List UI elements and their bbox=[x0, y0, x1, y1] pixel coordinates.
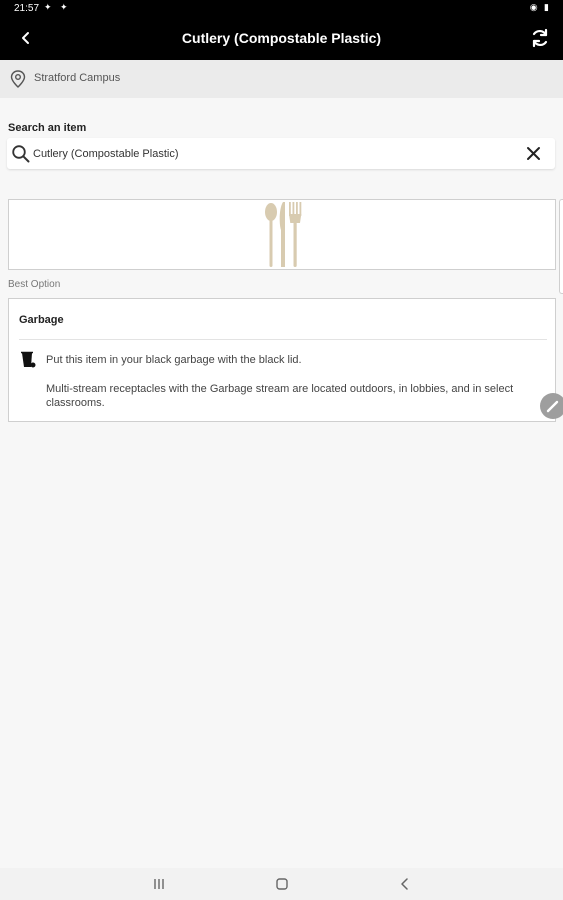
campus-selector[interactable]: Stratford Campus bbox=[0, 60, 563, 98]
home-icon[interactable] bbox=[274, 876, 290, 892]
search-icon bbox=[12, 145, 30, 163]
disposal-note: Multi-stream receptacles with the Garbag… bbox=[46, 383, 514, 409]
recents-icon[interactable] bbox=[151, 876, 167, 892]
search-box bbox=[7, 138, 555, 169]
item-image-card bbox=[8, 199, 556, 270]
garbage-bin-icon bbox=[21, 351, 36, 368]
disposal-instruction: Put this item in your black garbage with… bbox=[46, 354, 302, 366]
search-input[interactable] bbox=[33, 143, 513, 164]
back-icon[interactable] bbox=[397, 876, 413, 892]
chevron-left-icon[interactable] bbox=[16, 28, 36, 48]
campus-label: Stratford Campus bbox=[34, 72, 121, 84]
next-card-edge bbox=[559, 199, 563, 294]
disposal-option-card: Garbage Put this item in your black garb… bbox=[8, 298, 556, 422]
search-label: Search an item bbox=[8, 122, 87, 134]
location-pin-icon bbox=[10, 70, 26, 88]
close-icon[interactable] bbox=[526, 146, 541, 161]
pencil-icon bbox=[546, 400, 559, 413]
best-option-label: Best Option bbox=[8, 279, 61, 290]
option-title: Garbage bbox=[19, 314, 64, 326]
app-bar: Cutlery (Compostable Plastic) bbox=[0, 18, 563, 60]
notification-icons: ✦ ✦ bbox=[44, 2, 71, 12]
cutlery-icon bbox=[265, 202, 302, 267]
system-nav-bar bbox=[0, 868, 563, 900]
status-time: 21:57 bbox=[14, 3, 40, 14]
edit-button[interactable] bbox=[540, 393, 563, 419]
page-title: Cutlery (Compostable Plastic) bbox=[181, 30, 382, 46]
refresh-icon[interactable] bbox=[529, 27, 551, 49]
divider bbox=[19, 339, 547, 340]
system-icons: ◉ ▮ bbox=[529, 2, 551, 12]
status-bar: 21:57 ✦ ✦ ◉ ▮ bbox=[0, 0, 563, 18]
